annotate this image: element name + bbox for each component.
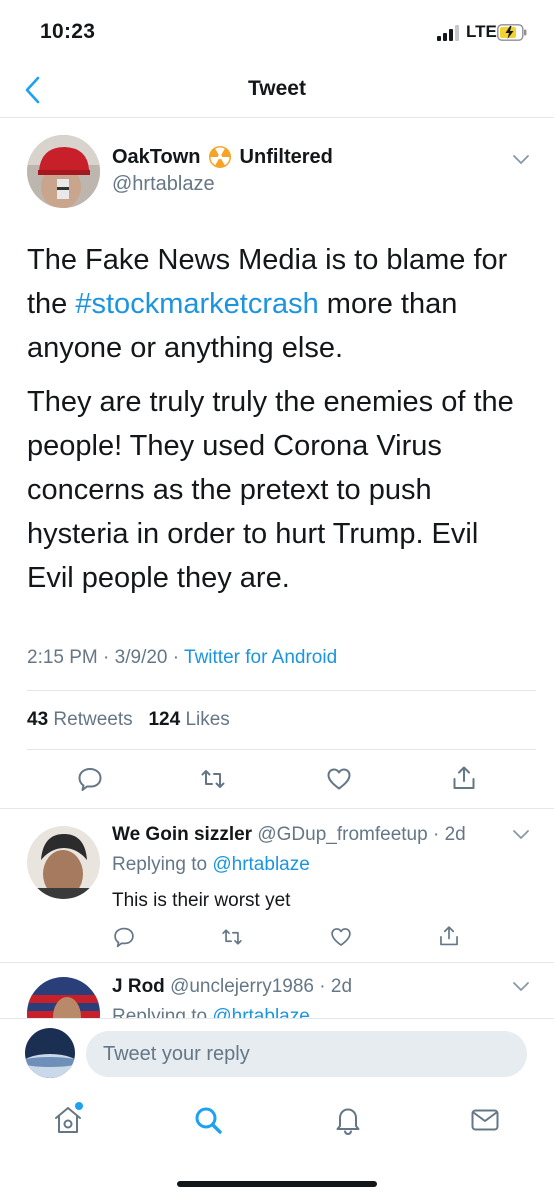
- composer-avatar[interactable]: [25, 1028, 75, 1078]
- tweet-source-link[interactable]: Twitter for Android: [184, 647, 337, 668]
- home-indicator[interactable]: [177, 1181, 377, 1187]
- share-button[interactable]: [451, 765, 477, 791]
- share-icon: [440, 926, 458, 946]
- reply-author-handle[interactable]: @unclejerry1986: [170, 976, 314, 997]
- divider: [27, 690, 536, 691]
- reply-header: We Goin sizzler @GDup_fromfeetup · 2d: [112, 824, 466, 845]
- nav-header: Tweet: [0, 62, 554, 118]
- signal-icon: [437, 25, 459, 41]
- tweet-time: 2:15 PM: [27, 647, 98, 668]
- tweet-text: The Fake News Media is to blame for the …: [27, 238, 532, 610]
- retweet-icon: [222, 929, 242, 945]
- likes-stat[interactable]: 124 Likes: [148, 709, 229, 730]
- radioactive-emoji-icon: [208, 146, 231, 168]
- reply-age: 2d: [444, 824, 466, 845]
- reply-author-handle[interactable]: @GDup_fromfeetup: [257, 824, 427, 845]
- divider: [27, 749, 536, 750]
- reply-author-name[interactable]: J Rod: [112, 976, 165, 997]
- tweet-options-chevron-icon[interactable]: [512, 154, 530, 166]
- tweet-meta: 2:15 PM · 3/9/20 · Twitter for Android: [27, 647, 338, 668]
- bell-icon: [336, 1108, 360, 1135]
- divider: [0, 808, 554, 809]
- tab-notifications[interactable]: [332, 1104, 364, 1136]
- reply-icon: [78, 768, 102, 791]
- reply-button[interactable]: [77, 766, 103, 792]
- search-icon: [195, 1107, 222, 1134]
- share-icon: [453, 766, 475, 789]
- retweets-stat[interactable]: 43 Retweets: [27, 709, 133, 730]
- status-time: 10:23: [40, 20, 96, 43]
- divider: [0, 962, 554, 963]
- author-handle[interactable]: @hrtablaze: [112, 173, 215, 196]
- reply-share-button[interactable]: [438, 925, 460, 947]
- tab-search[interactable]: [192, 1104, 224, 1136]
- replying-to: Replying to @hrtablaze: [112, 854, 310, 875]
- battery-charging-icon: [497, 24, 527, 41]
- status-bar: 10:23 LTE: [0, 0, 554, 62]
- author-name[interactable]: OakTown Unfiltered: [112, 145, 333, 169]
- retweet-icon: [201, 770, 225, 788]
- hashtag-link[interactable]: #stockmarketcrash: [75, 288, 318, 320]
- tab-messages[interactable]: [469, 1104, 501, 1136]
- author-avatar[interactable]: [27, 135, 100, 208]
- page-title: Tweet: [248, 77, 306, 100]
- author-name-suffix: Unfiltered: [239, 145, 333, 168]
- retweet-button[interactable]: [200, 766, 226, 792]
- author-name-text: OakTown: [112, 145, 201, 168]
- reply-author-name[interactable]: We Goin sizzler: [112, 824, 252, 845]
- reply-text: This is their worst yet: [112, 890, 291, 911]
- tweet-stats: 43 Retweets 124 Likes: [27, 709, 230, 731]
- tweet-paragraph-2: They are truly truly the enemies of the …: [27, 386, 514, 594]
- home-notification-dot: [75, 1102, 83, 1110]
- reply-like-button[interactable]: [330, 926, 352, 948]
- like-button[interactable]: [326, 766, 352, 792]
- reply-age: 2d: [330, 976, 353, 997]
- reply-retweet-button[interactable]: [221, 926, 243, 948]
- tweet-paragraph-1: The Fake News Media is to blame for the …: [27, 244, 508, 364]
- network-label: LTE: [466, 22, 497, 41]
- reply-options-chevron-icon[interactable]: [512, 829, 530, 841]
- reply-reply-button[interactable]: [113, 926, 135, 948]
- tweet-date: 3/9/20: [114, 647, 168, 668]
- heart-icon: [327, 768, 351, 790]
- reply-header: J Rod @unclejerry1986 · 2d: [112, 976, 353, 997]
- reply-icon: [114, 927, 134, 948]
- heart-icon: [331, 928, 351, 946]
- reply-input[interactable]: [86, 1031, 527, 1077]
- mention-link[interactable]: @hrtablaze: [212, 854, 309, 875]
- mail-icon: [471, 1109, 499, 1131]
- reply-avatar[interactable]: [27, 826, 100, 899]
- reply-options-chevron-icon[interactable]: [512, 981, 530, 993]
